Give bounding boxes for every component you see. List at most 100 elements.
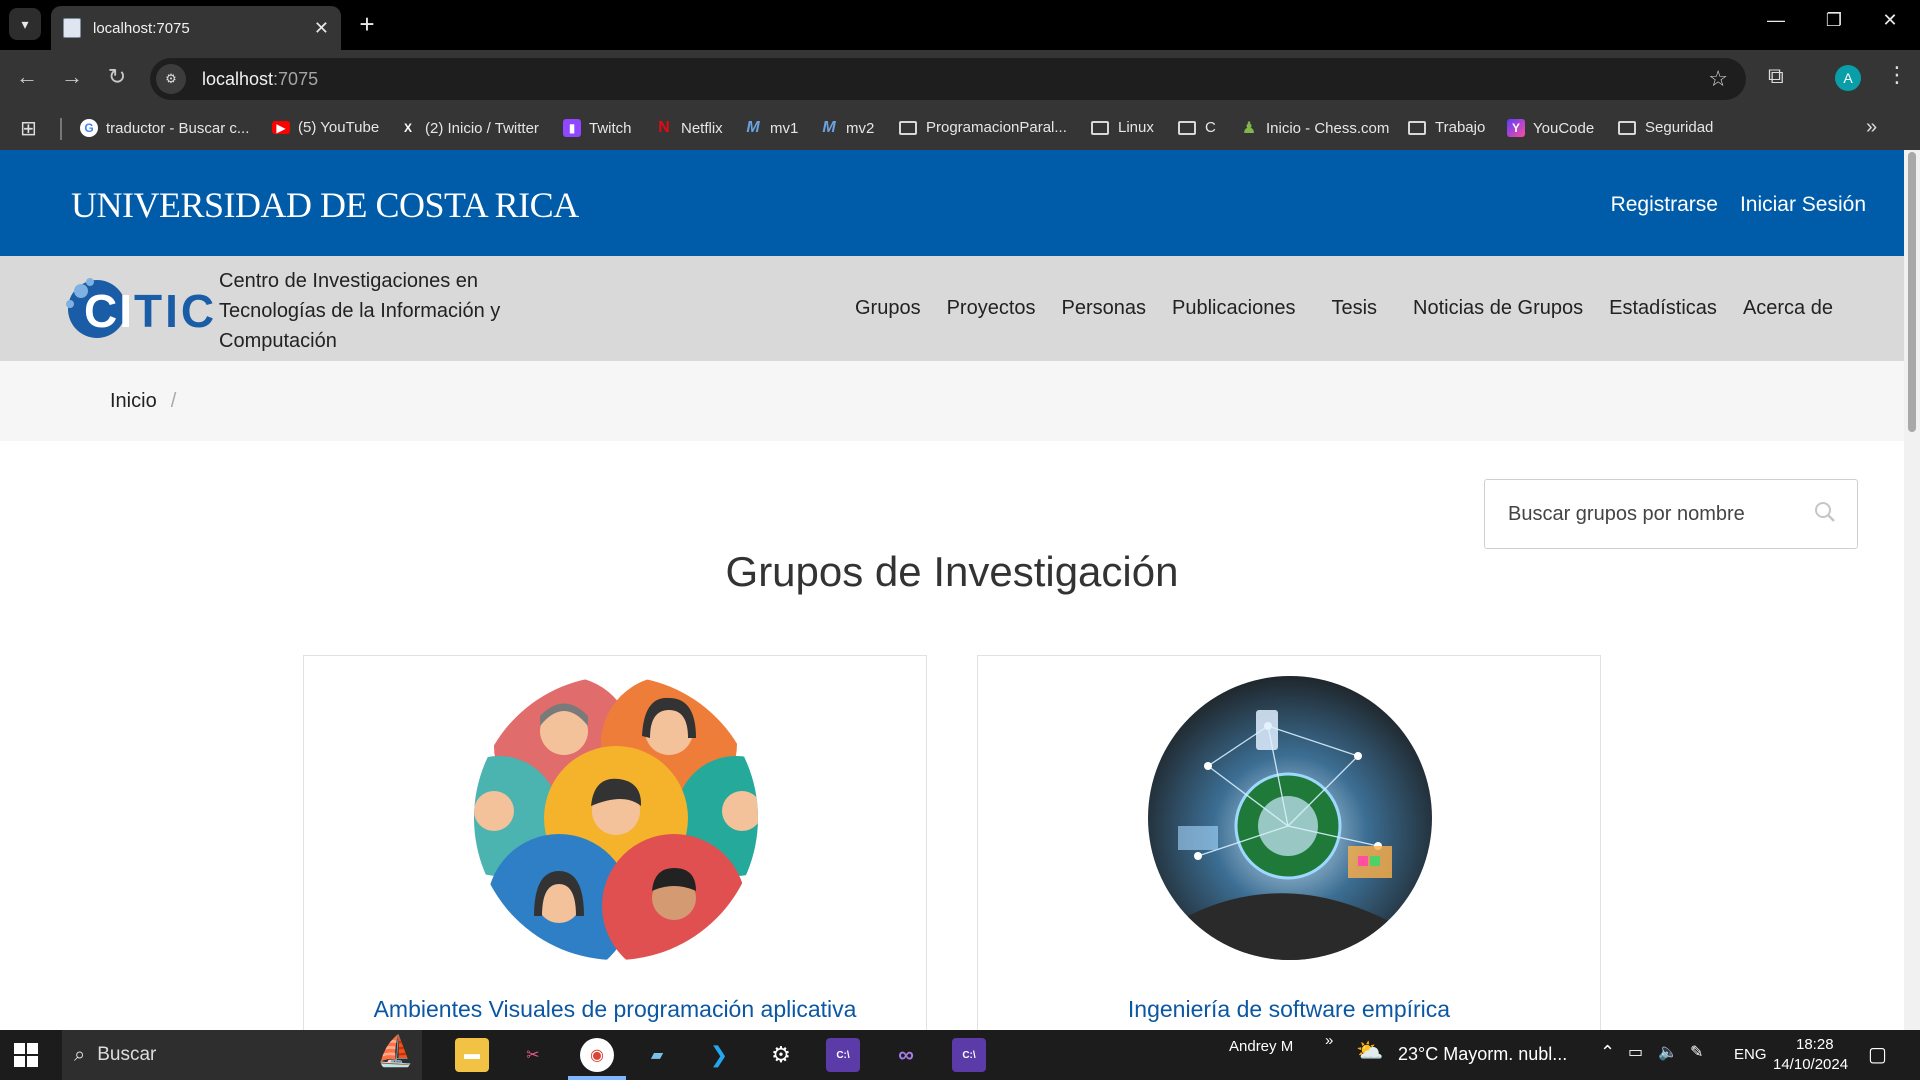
pen-icon[interactable]: ✎: [1690, 1042, 1703, 1062]
back-icon[interactable]: ←: [12, 64, 42, 90]
bookmark-label: Linux: [1118, 119, 1154, 136]
more-bookmarks-icon[interactable]: »: [1866, 116, 1877, 139]
terminal-icon[interactable]: C:\: [826, 1038, 860, 1072]
bookmark-item[interactable]: Seguridad: [1618, 119, 1713, 136]
nav-acerca[interactable]: Acerca de: [1743, 297, 1833, 320]
profile-avatar[interactable]: A: [1835, 65, 1861, 91]
bookmark-star-icon[interactable]: ☆: [1708, 66, 1728, 92]
scrollbar-thumb[interactable]: [1908, 152, 1916, 432]
browser-toolbar: ← → ↻ ⚙ localhost :7075 ☆: [0, 50, 1920, 108]
terminal-icon[interactable]: C:\: [952, 1038, 986, 1072]
bookmark-item[interactable]: M mv2: [820, 119, 874, 137]
nav-grupos[interactable]: Grupos: [855, 297, 921, 320]
new-tab-button[interactable]: +: [352, 9, 382, 39]
citic-full-name: Centro de Investigaciones en Tecnologías…: [219, 270, 501, 352]
people-avatars-illustration[interactable]: [474, 676, 758, 960]
extensions-icon[interactable]: ⧉: [1768, 63, 1784, 89]
bookmark-item[interactable]: N Netflix: [655, 119, 722, 137]
citic-logo-text: CI: [84, 285, 134, 337]
youtube-icon: ▶: [272, 121, 290, 135]
x-icon: X: [403, 121, 412, 135]
bookmark-label: mv2: [846, 119, 875, 137]
page-scrollbar[interactable]: [1904, 150, 1920, 1030]
bookmark-item[interactable]: ProgramacionParal...: [899, 119, 1067, 136]
site-info-icon[interactable]: ⚙: [156, 64, 186, 94]
bookmark-label: C: [1205, 119, 1216, 136]
bookmark-item[interactable]: Y YouCode: [1507, 119, 1594, 137]
technology-globe-illustration[interactable]: [1148, 676, 1432, 960]
search-input[interactable]: [1508, 502, 1808, 526]
taskbar-search[interactable]: ⌕ Buscar ⛵: [62, 1030, 422, 1080]
bookmark-item[interactable]: C: [1178, 119, 1216, 136]
windows-taskbar: ⌕ Buscar ⛵ ▬ ✂ ◉ ▰ ❯ ⚙ C:\ ∞ C:\ Andrey …: [0, 1030, 1920, 1080]
breadcrumb-home[interactable]: Inicio: [110, 390, 157, 413]
bookmark-label: ProgramacionParal...: [926, 119, 1067, 136]
group-name-link[interactable]: Ingeniería de software empírica: [978, 996, 1600, 1023]
group-name-link[interactable]: Ambientes Visuales de programación aplic…: [304, 996, 926, 1023]
citic-logo[interactable]: CI TIC: [66, 278, 214, 340]
minimize-icon[interactable]: —: [1756, 10, 1796, 31]
bookmark-label: Seguridad: [1645, 119, 1714, 136]
bookmark-item[interactable]: Trabajo: [1408, 119, 1485, 136]
login-link[interactable]: Iniciar Sesión: [1740, 193, 1866, 217]
url-port: :7075: [273, 68, 319, 89]
bookmark-item[interactable]: G traductor - Buscar c...: [80, 119, 249, 137]
active-app-indicator: [568, 1076, 626, 1080]
bookmark-item[interactable]: M mv1: [744, 119, 798, 137]
notepad-icon[interactable]: ▰: [640, 1038, 674, 1072]
address-bar[interactable]: ⚙ localhost :7075 ☆: [150, 58, 1746, 100]
nav-publicaciones[interactable]: Publicaciones: [1172, 297, 1295, 320]
bookmark-item[interactable]: X (2) Inicio / Twitter: [399, 119, 539, 137]
visual-studio-icon[interactable]: ∞: [889, 1038, 923, 1072]
browser-tab[interactable]: localhost:7075 ✕: [51, 6, 341, 50]
apps-grid-icon[interactable]: ⊞: [20, 116, 37, 141]
forward-icon[interactable]: →: [57, 64, 87, 90]
google-icon: G: [80, 119, 98, 137]
close-tab-icon[interactable]: ✕: [314, 18, 329, 39]
snipping-tool-icon[interactable]: ✂: [516, 1038, 550, 1072]
file-explorer-icon[interactable]: ▬: [455, 1038, 489, 1072]
register-link[interactable]: Registrarse: [1611, 193, 1718, 217]
bookmark-label: traductor - Buscar c...: [106, 119, 250, 137]
vscode-icon[interactable]: ❯: [702, 1038, 736, 1072]
tab-search-button[interactable]: ▾: [9, 8, 41, 40]
page-title: Grupos de Investigación: [725, 548, 1179, 595]
bookmark-item[interactable]: ▶ (5) YouTube: [272, 119, 379, 136]
folder-icon: [1408, 120, 1426, 135]
language-indicator[interactable]: ENG: [1734, 1046, 1767, 1063]
search-icon[interactable]: [1813, 500, 1837, 524]
group-card[interactable]: Ingeniería de software empírica: [977, 655, 1601, 1055]
restore-icon[interactable]: ❐: [1814, 10, 1854, 31]
bookmark-item[interactable]: Linux: [1091, 119, 1154, 136]
volume-icon[interactable]: 🔈: [1658, 1042, 1678, 1062]
nav-proyectos[interactable]: Proyectos: [947, 297, 1036, 320]
taskbar-user[interactable]: Andrey M: [1229, 1038, 1293, 1055]
clock-time[interactable]: 18:28: [1796, 1036, 1834, 1053]
windows-start-icon[interactable]: [14, 1043, 38, 1067]
ucr-logo[interactable]: UNIVERSIDAD DE COSTA RICA: [71, 184, 579, 226]
main-nav: Grupos Proyectos Personas Publicaciones …: [855, 297, 1859, 320]
clock-date[interactable]: 14/10/2024: [1773, 1056, 1848, 1073]
url-host: localhost: [202, 68, 274, 89]
chrome-icon[interactable]: ◉: [580, 1038, 614, 1072]
netflix-icon: N: [658, 119, 670, 136]
notifications-icon[interactable]: ▢: [1868, 1042, 1887, 1067]
network-icon[interactable]: ▭: [1628, 1042, 1643, 1062]
close-window-icon[interactable]: ✕: [1870, 10, 1910, 31]
nav-personas[interactable]: Personas: [1062, 297, 1147, 320]
nav-tesis[interactable]: Tesis: [1331, 297, 1377, 320]
bookmark-label: YouCode: [1533, 119, 1595, 137]
nav-noticias[interactable]: Noticias de Grupos: [1413, 297, 1583, 320]
boat-illustration-icon: ⛵: [376, 1035, 414, 1068]
nav-estadisticas[interactable]: Estadísticas: [1609, 297, 1717, 320]
settings-icon[interactable]: ⚙: [764, 1038, 798, 1072]
reload-icon[interactable]: ↻: [102, 64, 132, 90]
browser-menu-icon[interactable]: ⋮: [1886, 62, 1908, 88]
weather-text[interactable]: 23°C Mayorm. nubl...: [1398, 1044, 1567, 1065]
chevron-right-icon[interactable]: »: [1325, 1032, 1333, 1049]
bookmark-item[interactable]: ▮ Twitch: [563, 119, 632, 137]
browser-tab-bar: ▾ localhost:7075 ✕ + — ❐ ✕: [0, 0, 1920, 50]
group-card[interactable]: Ambientes Visuales de programación aplic…: [303, 655, 927, 1055]
chevron-up-icon[interactable]: ⌃: [1600, 1042, 1615, 1063]
bookmark-item[interactable]: ♟ Inicio - Chess.com: [1240, 119, 1390, 138]
